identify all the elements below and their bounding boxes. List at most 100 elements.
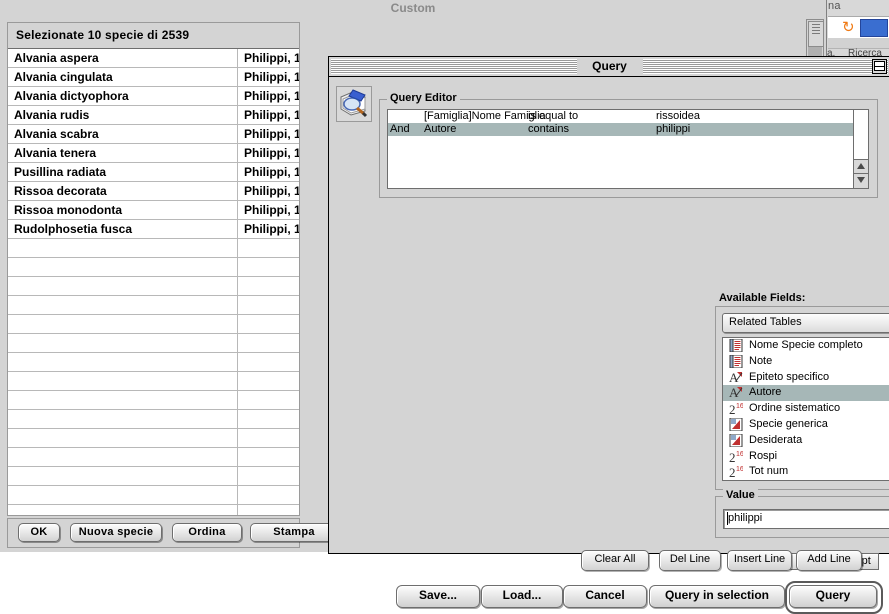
custom-window-button-bar: OK Nuova specie Ordina Stampa <box>7 518 338 548</box>
available-fields-group: Related Tables Nome Specie completo Note A… <box>715 306 889 490</box>
query-editor-row[interactable]: [Famiglia]Nome Famiglia is equal to rissoi… <box>388 110 857 123</box>
species-list-body[interactable]: Alvania aspera Philippi, 1844 Alvania cing… <box>8 49 299 515</box>
related-tables-dropdown[interactable]: Related Tables <box>722 313 889 333</box>
number-field-icon: 216 <box>729 465 744 480</box>
table-row[interactable]: Alvania scabra Philippi, 1844 <box>8 125 299 144</box>
table-row[interactable]: Rissoa decorata Philippi, 1846 <box>8 182 299 201</box>
table-row-empty[interactable] <box>8 372 299 391</box>
available-field-item[interactable]: 216 Tot num <box>723 464 889 480</box>
table-row-empty[interactable] <box>8 258 299 277</box>
table-row[interactable]: Alvania rudis Philippi, 1844 <box>8 106 299 125</box>
available-field-item[interactable]: A Epiteto specifico <box>723 370 889 386</box>
index-field-icon: A <box>729 370 743 385</box>
table-row[interactable]: Alvania cingulata Philippi, 1836 <box>8 68 299 87</box>
query-editor-row[interactable]: And Autore contains philippi <box>388 123 857 136</box>
zoom-box-icon[interactable] <box>872 59 887 74</box>
cancel-button[interactable]: Cancel <box>563 585 647 608</box>
table-row-empty[interactable] <box>8 296 299 315</box>
nuova-specie-button[interactable]: Nuova specie <box>70 523 162 542</box>
table-row[interactable]: Alvania dictyophora Philippi, 1844 <box>8 87 299 106</box>
save-button[interactable]: Save... <box>396 585 480 608</box>
row-value: rissoidea <box>656 110 701 122</box>
species-author-cell: Philippi, 1846 <box>244 184 299 198</box>
available-field-item[interactable]: 216 Rospi <box>723 449 889 465</box>
available-field-item[interactable]: A Autore <box>723 385 889 402</box>
svg-text:2: 2 <box>729 465 736 478</box>
table-row-empty[interactable] <box>8 486 299 505</box>
column-divider <box>237 87 238 105</box>
table-row[interactable]: Alvania tenera Philippi, 1844 <box>8 144 299 163</box>
insert-line-button[interactable]: Insert Line <box>727 550 792 571</box>
available-field-item[interactable]: Note <box>723 354 889 370</box>
value-input[interactable]: philippi <box>723 509 889 529</box>
available-field-item[interactable]: Nome Specie completo <box>723 338 889 354</box>
available-field-item[interactable]: 216 Ordine sistematico <box>723 401 889 417</box>
svg-text:16: 16 <box>736 466 743 473</box>
background-browser-window[interactable]: na ↻ a. Ricerca <box>826 0 889 60</box>
query-editor-scrollbar[interactable] <box>853 109 869 189</box>
table-row-empty[interactable] <box>8 277 299 296</box>
species-author-cell: Philippi, 1836 <box>244 165 299 179</box>
value-input-text: philippi <box>728 512 763 524</box>
scrollbar-track[interactable] <box>854 110 868 160</box>
table-row[interactable]: Rissoa monodonta Philippi, 1836 <box>8 201 299 220</box>
custom-window-titlebar[interactable]: Custom <box>0 0 826 18</box>
available-field-item[interactable]: Specie generica <box>723 417 889 433</box>
ordina-button[interactable]: Ordina <box>172 523 242 542</box>
column-divider <box>237 429 238 447</box>
scroll-down-arrow-icon[interactable] <box>854 173 868 188</box>
species-author-cell: Philippi, 1841 <box>244 222 299 236</box>
field-label: Ordine sistematico <box>749 402 841 415</box>
available-field-item[interactable]: Desiderata <box>723 433 889 449</box>
table-row-empty[interactable] <box>8 505 299 515</box>
column-divider <box>237 106 238 124</box>
address-field[interactable] <box>860 19 888 37</box>
query-dialog[interactable]: Query Query Editor [Famiglia]Nome Famigl… <box>328 56 889 614</box>
svg-text:A: A <box>729 386 739 399</box>
del-line-button[interactable]: Del Line <box>659 550 721 571</box>
stampa-button[interactable]: Stampa <box>250 523 338 542</box>
table-row[interactable]: Alvania aspera Philippi, 1844 <box>8 49 299 68</box>
species-name-cell: Alvania scabra <box>14 127 99 141</box>
clear-all-button[interactable]: Clear All <box>581 550 649 571</box>
query-in-selection-button[interactable]: Query in selection <box>649 585 785 608</box>
scroll-up-arrow-icon[interactable] <box>854 159 868 174</box>
table-row-empty[interactable] <box>8 429 299 448</box>
table-row-empty[interactable] <box>8 410 299 429</box>
ok-button[interactable]: OK <box>18 523 60 542</box>
table-row-empty[interactable] <box>8 353 299 372</box>
available-fields-list[interactable]: Nome Specie completo Note A Epiteto specifi… <box>722 337 889 481</box>
number-field-icon: 216 <box>729 450 744 465</box>
boolean-field-icon <box>729 433 743 448</box>
query-dialog-titlebar[interactable]: Query <box>329 57 889 77</box>
scrollbar-thumb[interactable] <box>808 21 824 47</box>
table-row[interactable]: Rudolphosetia fusca Philippi, 1841 <box>8 220 299 239</box>
background-address-bar[interactable]: ↻ <box>828 16 889 40</box>
table-row-empty[interactable] <box>8 448 299 467</box>
column-divider <box>237 334 238 352</box>
query-button[interactable]: Query <box>789 585 877 608</box>
species-author-cell: Philippi, 1836 <box>244 203 299 217</box>
species-list-panel: Selezionate 10 specie di 2539 Alvania as… <box>7 22 300 516</box>
column-divider <box>237 68 238 86</box>
column-divider <box>237 239 238 257</box>
field-label: Desiderata <box>749 433 803 446</box>
column-divider <box>237 125 238 143</box>
field-label: Specie generica <box>749 417 828 430</box>
column-divider <box>237 486 238 504</box>
column-divider <box>237 315 238 333</box>
column-divider <box>237 182 238 200</box>
table-row-empty[interactable] <box>8 467 299 486</box>
table-row-empty[interactable] <box>8 334 299 353</box>
table-row[interactable]: Pusillina radiata Philippi, 1836 <box>8 163 299 182</box>
add-line-button[interactable]: Add Line <box>796 550 862 571</box>
column-divider <box>237 163 238 181</box>
table-row-empty[interactable] <box>8 239 299 258</box>
table-row-empty[interactable] <box>8 391 299 410</box>
reload-icon[interactable]: ↻ <box>842 20 857 35</box>
load-button[interactable]: Load... <box>481 585 563 608</box>
column-divider <box>237 220 238 238</box>
table-row-empty[interactable] <box>8 315 299 334</box>
query-editor-list[interactable]: [Famiglia]Nome Famiglia is equal to rissoi… <box>387 109 858 189</box>
value-group: Value philippi <box>715 489 889 538</box>
